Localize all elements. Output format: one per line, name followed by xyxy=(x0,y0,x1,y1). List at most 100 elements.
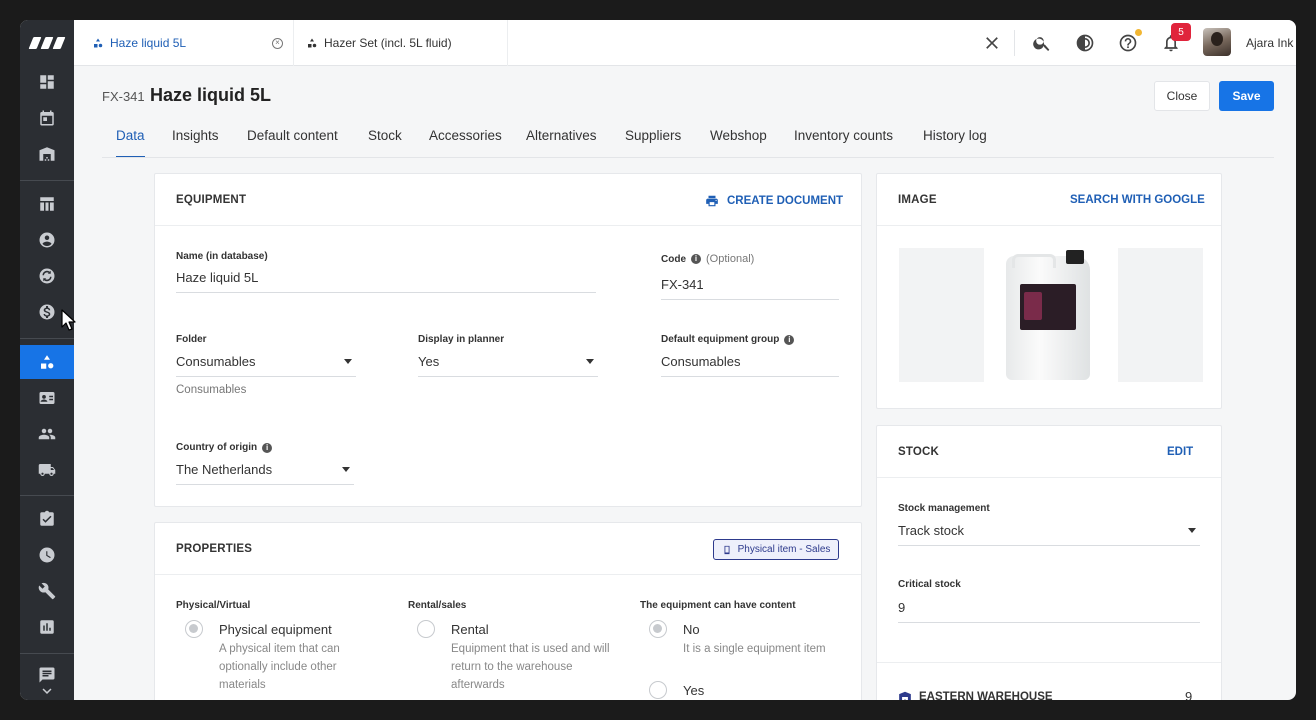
folder-value: Consumables xyxy=(176,354,256,369)
top-bar: Haze liquid 5L × Hazer Set (incl. 5L flu… xyxy=(74,20,1296,66)
rental-option-desc: Equipment that is used and will return t… xyxy=(451,643,610,691)
physical-option-desc: A physical item that can optionally incl… xyxy=(219,643,340,691)
calendar-icon[interactable] xyxy=(20,101,74,135)
tab-label: Haze liquid 5L xyxy=(110,36,187,50)
tab-accessories[interactable]: Accessories xyxy=(429,128,502,143)
open-tab[interactable]: Hazer Set (incl. 5L fluid) xyxy=(306,20,508,66)
stock-management-label: Stock management xyxy=(898,503,990,514)
close-button[interactable]: Close xyxy=(1154,81,1210,111)
tab-inventory-counts[interactable]: Inventory counts xyxy=(794,128,893,143)
folder-select[interactable]: Consumables xyxy=(176,354,356,377)
content-label: The equipment can have content xyxy=(640,600,796,611)
content-no-radio[interactable] xyxy=(649,620,667,638)
card-title: IMAGE xyxy=(898,194,937,206)
wrench-icon[interactable] xyxy=(20,574,74,608)
user-name[interactable]: Ajara Ink xyxy=(1246,20,1293,66)
table-icon[interactable] xyxy=(20,187,74,221)
save-button[interactable]: Save xyxy=(1219,81,1274,111)
card-header: PROPERTIES Physical item - Sales xyxy=(155,523,861,575)
contact-icon[interactable] xyxy=(20,223,74,257)
search-google-button[interactable]: SEARCH WITH GOOGLE xyxy=(1070,194,1205,206)
stock-management-select[interactable]: Track stock xyxy=(898,523,1200,546)
search-icon[interactable] xyxy=(1030,31,1054,55)
info-icon[interactable]: i xyxy=(262,442,273,453)
country-label: Country of origin i xyxy=(176,442,273,453)
product-image-frame xyxy=(899,248,1203,382)
close-icon[interactable] xyxy=(980,31,1004,55)
item-type-label: Physical item - Sales xyxy=(737,544,831,555)
card-header: EQUIPMENT CREATE DOCUMENT xyxy=(155,174,861,226)
tab-data[interactable]: Data xyxy=(116,128,145,158)
code-input[interactable]: FX-341 xyxy=(661,277,839,300)
theme-toggle-icon[interactable] xyxy=(1073,31,1097,55)
avatar[interactable] xyxy=(1203,28,1231,56)
app-logo[interactable] xyxy=(20,20,74,66)
tab-insights[interactable]: Insights xyxy=(172,128,219,143)
critical-stock-label: Critical stock xyxy=(898,579,961,590)
open-tab[interactable]: Haze liquid 5L × xyxy=(92,20,294,66)
warehouse-name[interactable]: EASTERN WAREHOUSE xyxy=(919,691,1053,700)
app-window: Haze liquid 5L × Hazer Set (incl. 5L flu… xyxy=(20,20,1296,700)
tab-history-log[interactable]: History log xyxy=(923,128,987,143)
code-label: Code i (Optional) xyxy=(661,253,754,265)
mouse-cursor-icon xyxy=(61,309,76,331)
truck-icon[interactable] xyxy=(20,453,74,487)
jerrycan-image xyxy=(1006,250,1090,380)
critical-stock-input[interactable]: 9 xyxy=(898,600,1200,623)
planner-select[interactable]: Yes xyxy=(418,354,598,377)
content-yes-label: Yes xyxy=(683,683,705,698)
country-select[interactable]: The Netherlands xyxy=(176,462,354,485)
product-image[interactable] xyxy=(984,248,1118,382)
name-label: Name (in database) xyxy=(176,251,268,262)
tab-suppliers[interactable]: Suppliers xyxy=(625,128,681,143)
item-type-chip[interactable]: Physical item - Sales xyxy=(713,539,839,560)
edit-stock-button[interactable]: EDIT xyxy=(1167,446,1193,458)
code-label-text: Code xyxy=(661,253,686,265)
id-card-icon[interactable] xyxy=(20,381,74,415)
properties-card: PROPERTIES Physical item - Sales Physica… xyxy=(154,522,862,700)
card-title: PROPERTIES xyxy=(176,543,253,555)
rental-sales-label: Rental/sales xyxy=(408,600,467,611)
close-tab-icon[interactable]: × xyxy=(272,37,283,49)
equipment-icon[interactable] xyxy=(20,345,74,379)
rental-option-label: Rental xyxy=(451,622,489,637)
tab-stock[interactable]: Stock xyxy=(368,128,402,143)
image-card: IMAGE SEARCH WITH GOOGLE xyxy=(876,173,1222,409)
tab-alternatives[interactable]: Alternatives xyxy=(526,128,597,143)
rental-radio[interactable] xyxy=(417,620,435,638)
content-yes-radio[interactable] xyxy=(649,681,667,699)
tab-default-content[interactable]: Default content xyxy=(247,128,338,143)
bar-chart-icon[interactable] xyxy=(20,610,74,644)
name-input[interactable]: Haze liquid 5L xyxy=(176,270,596,293)
info-icon[interactable]: i xyxy=(784,334,795,345)
info-icon[interactable]: i xyxy=(691,254,701,264)
physical-radio[interactable] xyxy=(185,620,203,638)
equipment-icon xyxy=(308,38,317,48)
clock-icon[interactable] xyxy=(20,538,74,572)
stock-card: STOCK EDIT Stock management Track stock … xyxy=(876,425,1222,700)
folder-label: Folder xyxy=(176,334,207,345)
clipboard-check-icon[interactable] xyxy=(20,502,74,536)
warehouse-icon[interactable] xyxy=(20,137,74,171)
planner-label: Display in planner xyxy=(418,334,505,345)
tab-webshop[interactable]: Webshop xyxy=(710,128,767,143)
item-code: FX-341 xyxy=(102,89,145,104)
page-title: Haze liquid 5L xyxy=(150,85,272,105)
dashboard-icon[interactable] xyxy=(20,65,74,99)
folder-hint: Consumables xyxy=(176,384,247,396)
country-label-text: Country of origin xyxy=(176,442,258,453)
group-label-text: Default equipment group xyxy=(661,334,780,345)
equipment-icon xyxy=(94,38,103,48)
physical-virtual-label: Physical/Virtual xyxy=(176,600,251,611)
chevron-down-icon[interactable] xyxy=(20,684,74,698)
people-icon[interactable] xyxy=(20,417,74,451)
equipment-card: EQUIPMENT CREATE DOCUMENT Name (in datab… xyxy=(154,173,862,507)
notification-badge: 5 xyxy=(1171,23,1191,41)
warehouse-stock-count: 9 xyxy=(1185,689,1193,700)
sync-icon[interactable] xyxy=(20,259,74,293)
create-document-button[interactable]: CREATE DOCUMENT xyxy=(705,194,843,208)
warehouse-icon xyxy=(898,690,912,700)
group-input[interactable]: Consumables xyxy=(661,354,839,377)
chevron-down-icon xyxy=(342,467,350,472)
update-dot xyxy=(1135,29,1142,36)
